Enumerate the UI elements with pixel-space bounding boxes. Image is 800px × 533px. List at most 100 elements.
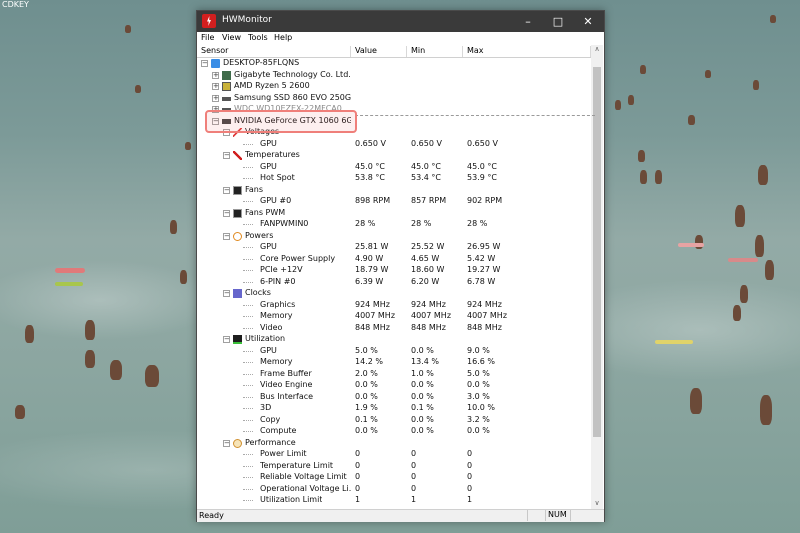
tree-node-row[interactable]: + Gigabyte Technology Co. Ltd. ... (197, 70, 591, 82)
tree-node-row[interactable]: − DESKTOP-85FLQNS (197, 58, 591, 70)
sensor-max: 6.78 W (467, 276, 496, 286)
tree-node-row[interactable]: + AMD Ryzen 5 2600 (197, 81, 591, 93)
sensor-reading-row[interactable]: 6-PIN #0 6.39 W 6.20 W 6.78 W (197, 277, 591, 289)
tree-guide-line (243, 373, 253, 375)
collapse-icon[interactable]: − (223, 152, 230, 159)
collapse-icon[interactable]: − (223, 439, 230, 447)
tree-node-row[interactable]: − Utilization (197, 334, 591, 346)
sensor-reading-row[interactable]: GPU 45.0 °C 45.0 °C 45.0 °C (197, 162, 591, 174)
sensor-value: 848 MHz (355, 322, 390, 332)
collapse-icon[interactable]: − (223, 186, 230, 194)
sensor-reading-row[interactable]: Operational Voltage Li... 0 0 0 (197, 484, 591, 496)
sensor-reading-row[interactable]: GPU 0.650 V 0.650 V 0.650 V (197, 139, 591, 151)
background-person (705, 70, 711, 78)
sensor-reading-row[interactable]: Compute 0.0 % 0.0 % 0.0 % (197, 426, 591, 438)
close-button[interactable]: ✕ (573, 11, 603, 32)
menu-file[interactable]: File (201, 33, 214, 42)
column-header-value[interactable]: Value (351, 46, 407, 57)
scroll-thumb[interactable] (593, 67, 601, 437)
sensor-value: 0.1 % (355, 414, 378, 424)
sensor-min: 6.20 W (411, 276, 440, 286)
background-person (145, 365, 159, 387)
sensor-value: 25.81 W (355, 242, 389, 251)
column-header-sensor[interactable]: Sensor (197, 46, 351, 57)
collapse-icon[interactable]: − (223, 232, 230, 240)
expand-icon[interactable]: + (212, 83, 219, 90)
sensor-reading-row[interactable]: Utilization Limit 1 1 1 (197, 495, 591, 507)
scroll-down-icon[interactable]: ∨ (591, 499, 603, 509)
collapse-icon[interactable]: − (223, 336, 230, 343)
expand-icon[interactable]: + (212, 71, 219, 79)
power-icon (233, 231, 242, 241)
sensor-name: AMD Ryzen 5 2600 (234, 81, 310, 90)
sensor-reading-row[interactable]: GPU #0 898 RPM 857 RPM 902 RPM (197, 196, 591, 208)
sensor-max: 0 (467, 460, 473, 470)
sensor-reading-row[interactable]: 3D 1.9 % 0.1 % 10.0 % (197, 403, 591, 415)
background-surfboard (728, 258, 758, 262)
column-header-max[interactable]: Max (463, 46, 591, 57)
sensor-reading-row[interactable]: FANPWMIN0 28 % 28 % 28 % (197, 219, 591, 231)
sensor-max: 3.2 % (467, 414, 490, 424)
title-bar[interactable]: HWMonitor – □ ✕ (197, 11, 604, 32)
sensor-reading-row[interactable]: GPU 25.81 W 25.52 W 26.95 W (197, 242, 591, 254)
column-header-min[interactable]: Min (407, 46, 463, 57)
collapse-icon[interactable]: − (201, 60, 208, 67)
background-person (110, 360, 122, 380)
tree-node-row[interactable]: + Samsung SSD 860 EVO 250GB (197, 93, 591, 105)
performance-icon (233, 438, 242, 448)
sensor-value: 0.0 % (355, 391, 378, 401)
menu-tools[interactable]: Tools (248, 33, 268, 42)
sensor-reading-row[interactable]: Memory 4007 MHz 4007 MHz 4007 MHz (197, 311, 591, 323)
tree-guide-line (243, 408, 253, 409)
scroll-up-icon[interactable]: ∧ (591, 45, 603, 55)
sensor-reading-row[interactable]: Video 848 MHz 848 MHz 848 MHz (197, 323, 591, 335)
background-person (15, 405, 25, 419)
collapse-icon[interactable]: − (223, 290, 230, 297)
background-person (688, 115, 695, 125)
expand-icon[interactable]: + (212, 94, 219, 102)
sensor-reading-row[interactable]: GPU 5.0 % 0.0 % 9.0 % (197, 346, 591, 358)
sensor-reading-row[interactable]: Copy 0.1 % 0.0 % 3.2 % (197, 415, 591, 427)
background-person (85, 320, 95, 340)
tree-node-row[interactable]: − Clocks (197, 288, 591, 300)
sensor-reading-row[interactable]: Reliable Voltage Limit 0 0 0 (197, 472, 591, 484)
sensor-reading-row[interactable]: Bus Interface 0.0 % 0.0 % 3.0 % (197, 392, 591, 404)
tree-node-row[interactable]: − Powers (197, 231, 591, 243)
sensor-name: Clocks (245, 288, 271, 297)
menu-help[interactable]: Help (274, 33, 292, 42)
sensor-max: 10.0 % (467, 403, 495, 412)
sensor-min: 18.60 W (411, 265, 445, 274)
tree-node-row[interactable]: − Temperatures (197, 150, 591, 162)
tree-guide-line (243, 385, 253, 386)
maximize-button[interactable]: □ (543, 11, 573, 32)
sensor-reading-row[interactable]: Frame Buffer 2.0 % 1.0 % 5.0 % (197, 369, 591, 381)
tree-node-row[interactable]: − Performance (197, 438, 591, 450)
menu-view[interactable]: View (222, 33, 241, 42)
collapse-icon[interactable]: − (223, 209, 230, 217)
status-num-indicator: NUM (545, 510, 571, 521)
sensor-reading-row[interactable]: Power Limit 0 0 0 (197, 449, 591, 461)
sensor-name: Utilization (245, 334, 286, 343)
tree-node-row[interactable]: − Fans (197, 185, 591, 197)
sensor-reading-row[interactable]: Graphics 924 MHz 924 MHz 924 MHz (197, 300, 591, 312)
sensor-reading-row[interactable]: Hot Spot 53.8 °C 53.4 °C 53.9 °C (197, 173, 591, 185)
sensor-reading-row[interactable]: Temperature Limit 0 0 0 (197, 461, 591, 473)
minimize-button[interactable]: – (513, 11, 543, 32)
sensor-reading-row[interactable]: Core Power Supply 4.90 W 4.65 W 5.42 W (197, 254, 591, 266)
background-person (125, 25, 131, 33)
sensor-value: 18.79 W (355, 265, 389, 274)
sensor-name: Fans (245, 184, 264, 194)
selection-dash-line (355, 115, 595, 116)
sensor-max: 848 MHz (467, 322, 502, 332)
sensor-reading-row[interactable]: Video Engine 0.0 % 0.0 % 0.0 % (197, 380, 591, 392)
sensor-reading-row[interactable]: Memory 14.2 % 13.4 % 16.6 % (197, 357, 591, 369)
status-bar: Ready NUM (197, 509, 604, 522)
sensor-reading-row[interactable]: PCIe +12V 18.79 W 18.60 W 19.27 W (197, 265, 591, 277)
sensor-value: 5.0 % (355, 345, 378, 355)
tree-node-row[interactable]: − Fans PWM (197, 208, 591, 220)
sensor-min: 25.52 W (411, 242, 445, 251)
sensor-value: 1 (355, 495, 361, 504)
tree-guide-line (243, 396, 253, 398)
sensor-max: 28 % (467, 219, 488, 228)
sensor-min: 0.0 % (411, 426, 434, 435)
